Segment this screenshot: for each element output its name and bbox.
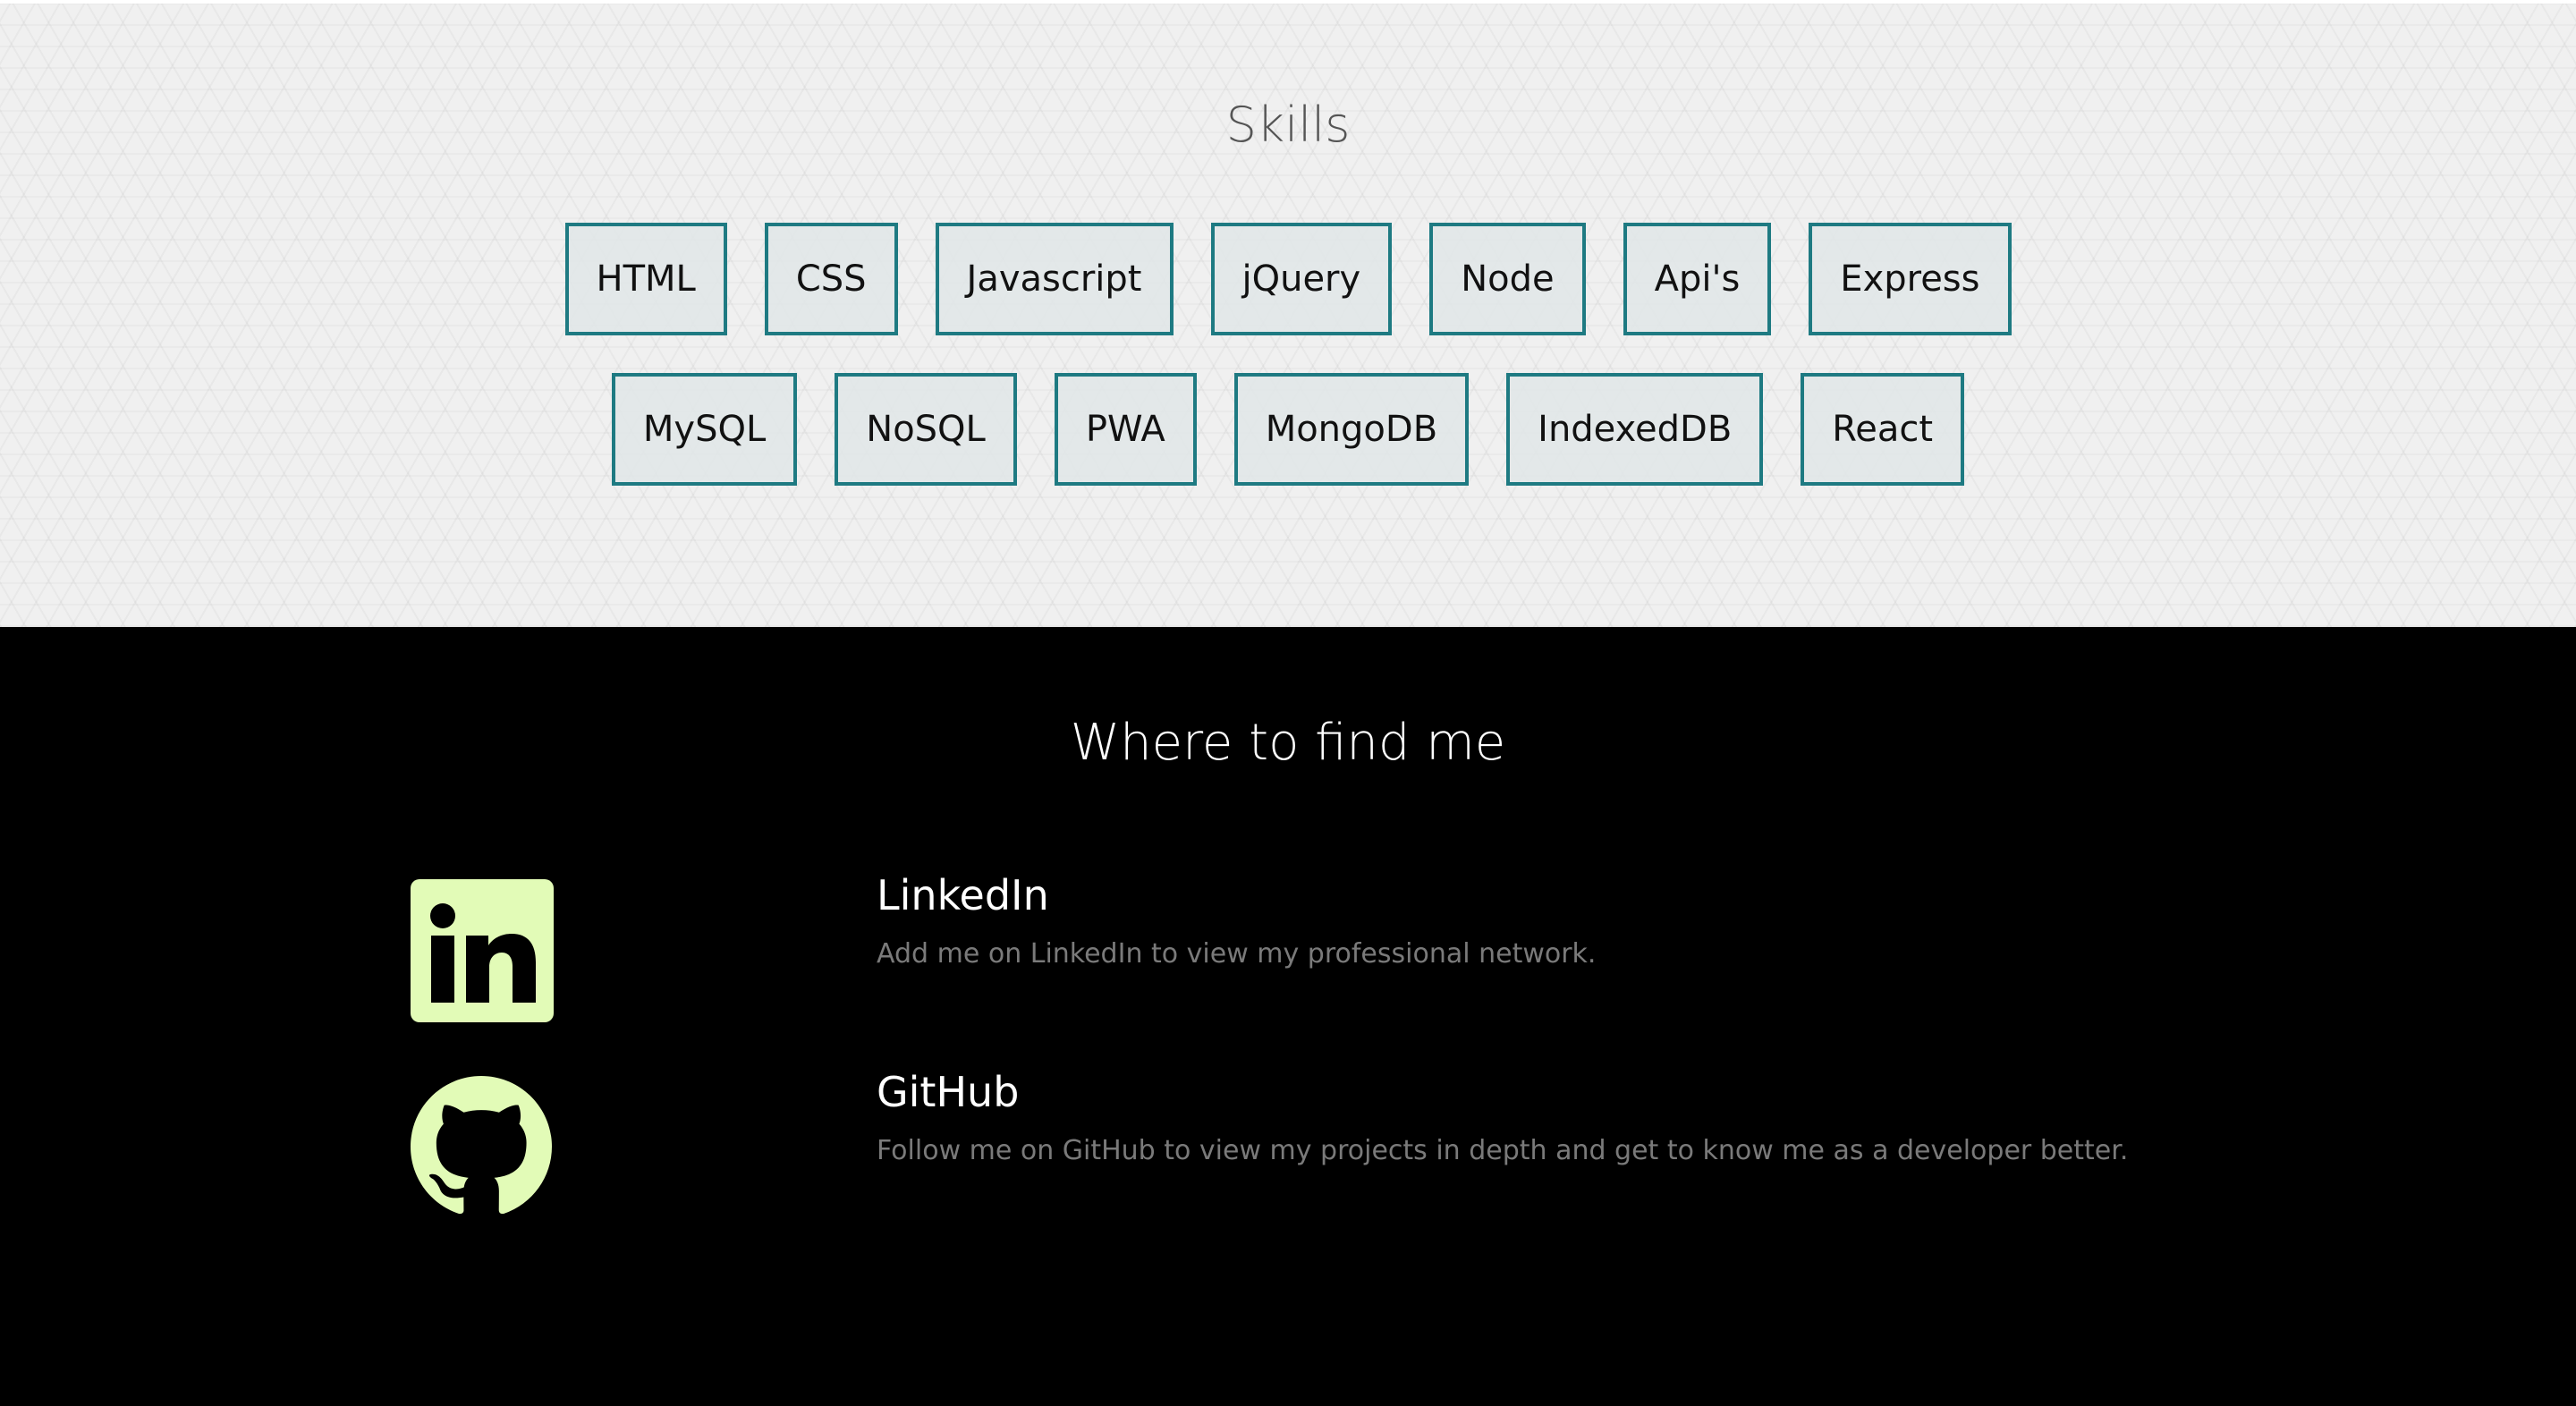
skill-chip-mysql: MySQL: [611, 373, 798, 486]
skill-chip-apis: Api's: [1623, 223, 1772, 335]
skill-chip-node: Node: [1429, 223, 1586, 335]
skill-chip-jquery: jQuery: [1210, 223, 1393, 335]
github-icon[interactable]: [411, 1076, 552, 1221]
skill-chip-indexeddb: IndexedDB: [1506, 373, 1764, 486]
github-text: GitHub Follow me on GitHub to view my pr…: [877, 1063, 2128, 1171]
skill-chip-pwa: PWA: [1054, 373, 1197, 486]
contact-name[interactable]: GitHub: [877, 1063, 2128, 1121]
skill-chip-nosql: NoSQL: [835, 373, 1017, 486]
linkedin-icon[interactable]: [411, 879, 554, 1026]
skill-chip-javascript: Javascript: [935, 223, 1174, 335]
skills-title: Skills: [1225, 97, 1351, 153]
skill-chip-react: React: [1801, 373, 1965, 486]
skill-chip-html: HTML: [564, 223, 727, 335]
skill-chip-express: Express: [1809, 223, 2012, 335]
find-me-section: Where to find me LinkedIn Add me on Link…: [0, 627, 2576, 1406]
linkedin-text: LinkedIn Add me on LinkedIn to view my p…: [877, 867, 1596, 974]
contact-description: Follow me on GitHub to view my projects …: [877, 1135, 2129, 1166]
skill-chip-css: CSS: [764, 223, 898, 335]
skills-row: HTML CSS Javascript jQuery Node Api's Ex…: [0, 223, 2576, 335]
skill-chip-mongodb: MongoDB: [1233, 373, 1470, 486]
skills-section: Skills HTML CSS Javascript jQuery Node A…: [0, 0, 2576, 627]
skills-row: MySQL NoSQL PWA MongoDB IndexedDB React: [0, 373, 2576, 486]
contact-name[interactable]: LinkedIn: [877, 867, 1596, 924]
contact-description: Add me on LinkedIn to view my profession…: [877, 938, 1597, 970]
find-me-title: Where to find me: [1070, 714, 1506, 772]
